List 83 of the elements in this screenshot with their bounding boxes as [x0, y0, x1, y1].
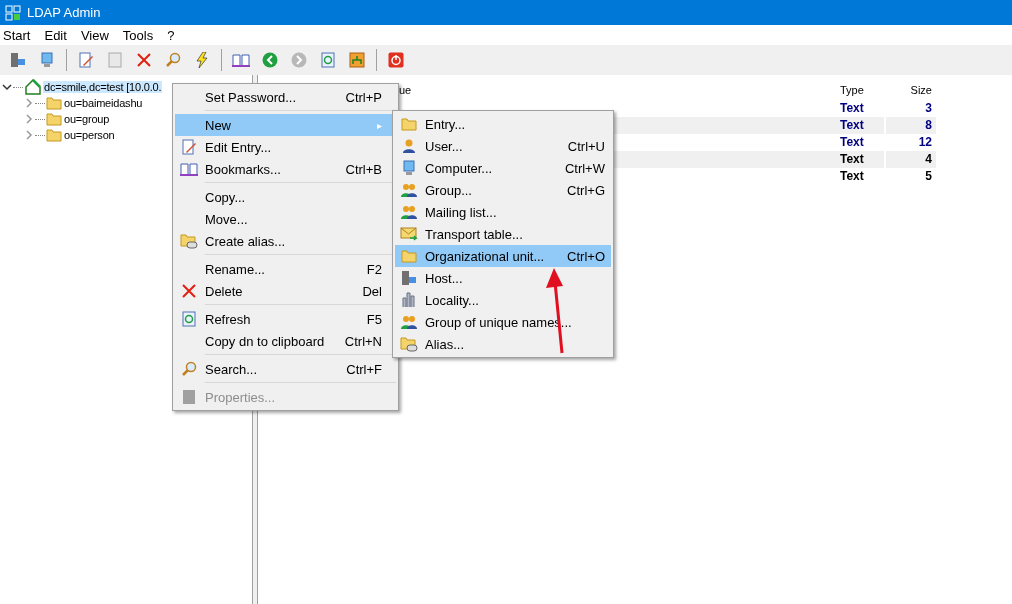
- book-icon: [180, 162, 198, 176]
- table-cell-text: 5: [924, 168, 933, 185]
- submenu-item[interactable]: Host...: [395, 267, 611, 289]
- power-icon: [388, 52, 404, 68]
- tree-item[interactable]: ou=baimeidashu: [63, 97, 144, 109]
- folder-icon: [401, 249, 417, 263]
- context-menu-item[interactable]: Delete Del: [175, 280, 396, 302]
- expanded-chevron-icon[interactable]: [2, 82, 12, 92]
- context-menu-item[interactable]: Rename... F2: [175, 258, 396, 280]
- alias-icon: [180, 233, 198, 249]
- search-icon: [165, 52, 181, 68]
- submenu-item[interactable]: Mailing list...: [395, 201, 611, 223]
- submenu-item[interactable]: Computer... Ctrl+W: [395, 157, 611, 179]
- delete-icon: [181, 283, 197, 299]
- group-icon: [400, 182, 418, 198]
- lightning-icon: [195, 52, 209, 68]
- refresh-icon: [321, 52, 335, 68]
- column-header[interactable]: Size: [886, 80, 936, 100]
- server-icon: [401, 270, 417, 286]
- submenu-item[interactable]: Transport table...: [395, 223, 611, 245]
- submenu-item[interactable]: User... Ctrl+U: [395, 135, 611, 157]
- people-list-icon: [400, 314, 418, 330]
- folder-icon: [46, 128, 62, 142]
- save-icon: [107, 52, 123, 68]
- user-icon: [401, 138, 417, 154]
- submenu-item[interactable]: Group... Ctrl+G: [395, 179, 611, 201]
- context-menu-item[interactable]: Set Password... Ctrl+P: [175, 86, 396, 108]
- folder-icon: [46, 112, 62, 126]
- table-cell-text: 12: [917, 134, 933, 151]
- tree-item[interactable]: ou=group: [63, 113, 111, 125]
- table-cell: Text: [836, 117, 884, 134]
- submenu-item[interactable]: Locality...: [395, 289, 611, 311]
- hierarchy-icon: [349, 52, 365, 68]
- alias-icon: [400, 336, 418, 352]
- folder-icon: [401, 117, 417, 131]
- column-header[interactable]: ue: [395, 80, 836, 100]
- menu-item[interactable]: Tools: [122, 27, 154, 43]
- folder-icon: [46, 96, 62, 110]
- context-menu-item[interactable]: Bookmarks... Ctrl+B: [175, 158, 396, 180]
- collapsed-chevron-icon[interactable]: [24, 114, 34, 124]
- back-icon: [262, 52, 278, 68]
- menu-item[interactable]: Edit: [44, 27, 67, 43]
- envelope-icon: [400, 226, 418, 242]
- pencil-icon: [181, 139, 197, 155]
- table-cell-text: Text: [839, 134, 865, 151]
- server-icon: [10, 52, 26, 68]
- table-cell-text: Text: [839, 168, 865, 185]
- menu-item[interactable]: Start: [3, 27, 31, 43]
- app-icon: [5, 4, 21, 21]
- table-cell-text: 3: [924, 100, 933, 117]
- context-menu-item[interactable]: Create alias...: [175, 230, 396, 252]
- context-menu-item[interactable]: Edit Entry...: [175, 136, 396, 158]
- computer-icon: [402, 160, 416, 176]
- submenu-item[interactable]: Organizational unit... Ctrl+O: [395, 245, 611, 267]
- context-menu-item[interactable]: Copy dn to clipboard Ctrl+N: [175, 330, 396, 352]
- column-header[interactable]: Type: [836, 80, 884, 100]
- table-cell-text: Text: [839, 100, 865, 117]
- context-menu-item[interactable]: Move...: [175, 208, 396, 230]
- tree-item[interactable]: dc=smile,dc=test [10.0.0.: [43, 81, 163, 93]
- buildings-icon: [401, 292, 417, 308]
- context-menu-item[interactable]: Search... Ctrl+F: [175, 358, 396, 380]
- menu-item[interactable]: View: [80, 27, 109, 43]
- submenu-item[interactable]: Alias...: [395, 333, 611, 355]
- forward-icon: [291, 52, 307, 68]
- house-icon: [24, 79, 42, 95]
- submenu-item[interactable]: Entry...: [395, 113, 611, 135]
- book-icon: [232, 53, 250, 67]
- collapsed-chevron-icon[interactable]: [24, 98, 34, 108]
- delete-icon: [136, 52, 152, 68]
- table-cell: 8: [886, 117, 936, 134]
- computer-icon: [40, 52, 54, 68]
- tree-item[interactable]: ou=person: [63, 129, 116, 141]
- search-icon: [181, 361, 197, 377]
- table-cell: 4: [886, 151, 936, 168]
- context-menu-item[interactable]: Refresh F5: [175, 308, 396, 330]
- context-menu-item[interactable]: Copy...: [175, 186, 396, 208]
- table-cell: Text: [836, 151, 884, 168]
- collapsed-chevron-icon[interactable]: [24, 130, 34, 140]
- pencil-icon: [78, 52, 94, 68]
- properties-icon: [182, 389, 196, 405]
- refresh-icon: [182, 311, 196, 327]
- menu-item[interactable]: ?: [167, 27, 175, 43]
- window-title: LDAP Admin: [27, 5, 101, 20]
